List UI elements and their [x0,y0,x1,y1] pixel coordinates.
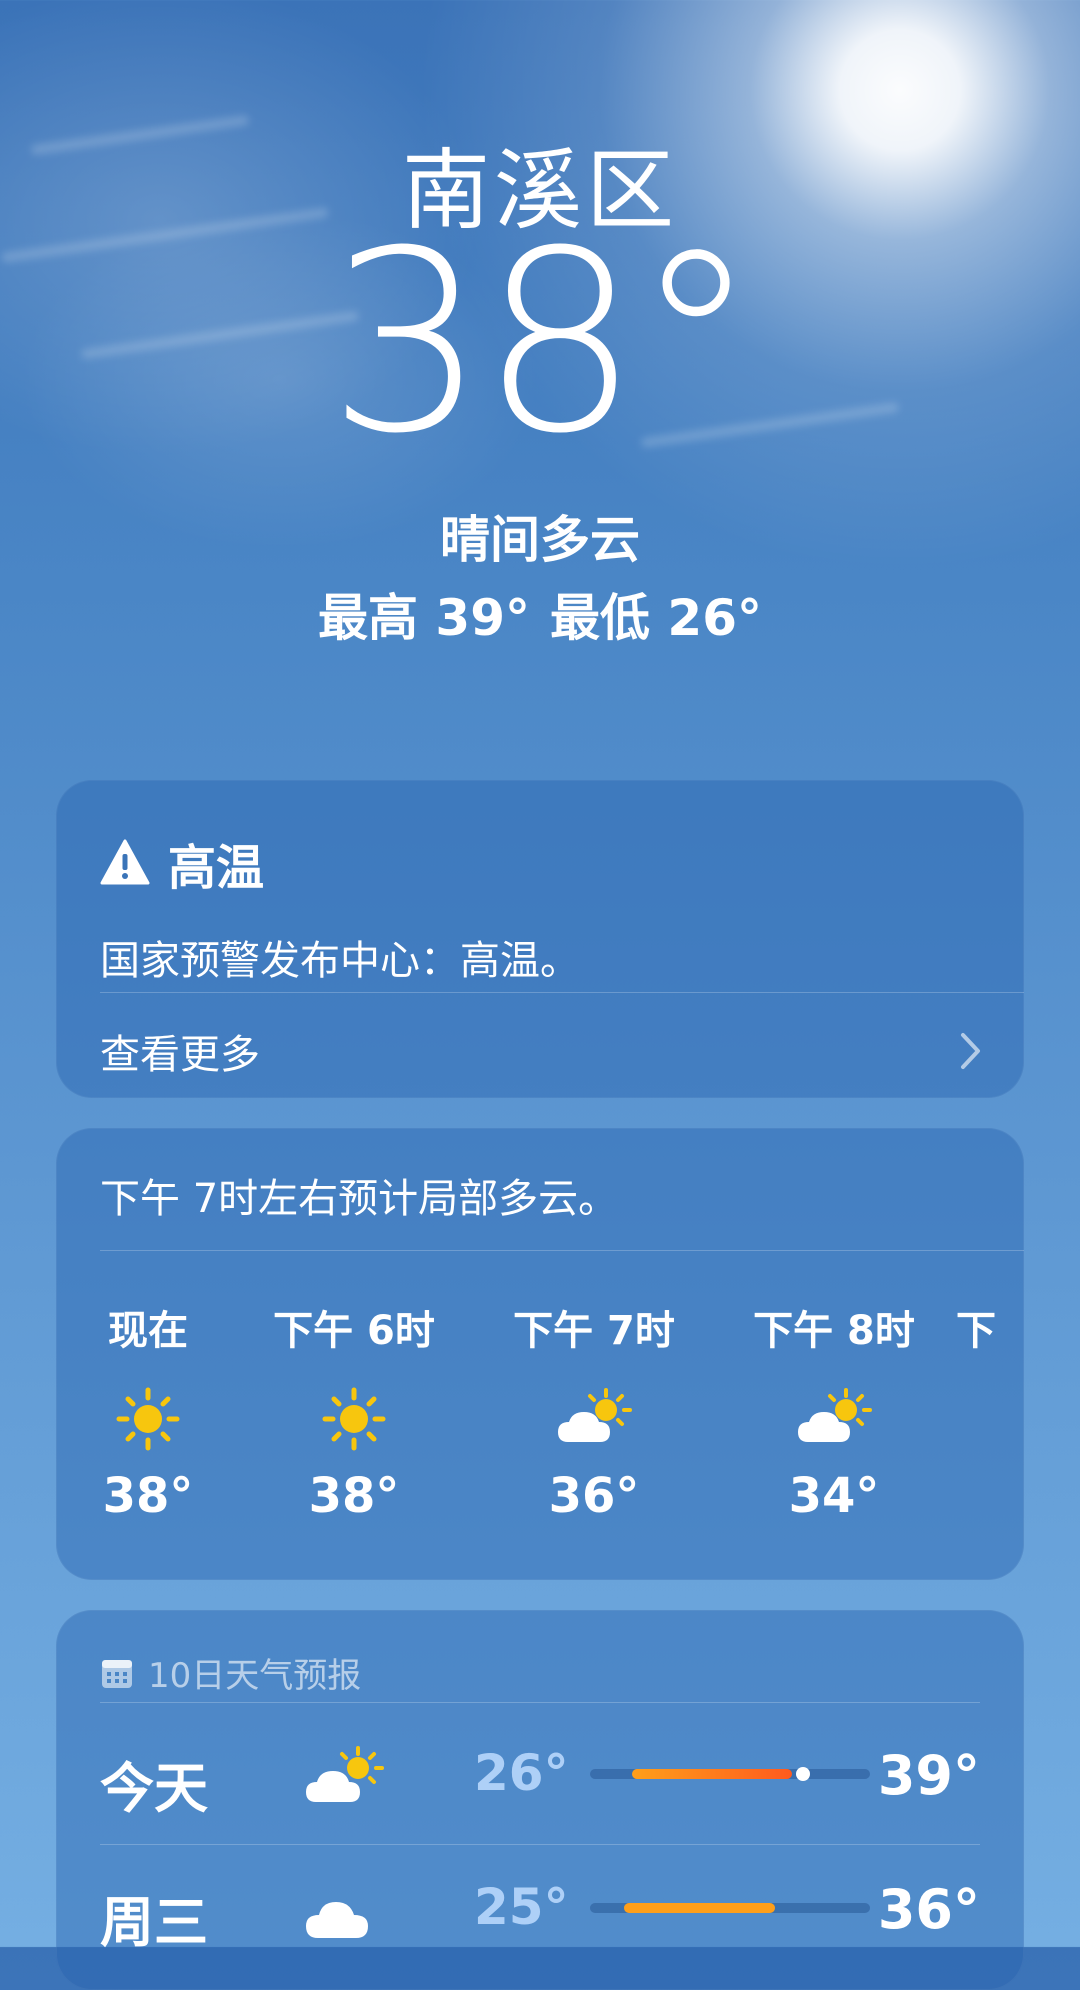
divider [100,1844,980,1845]
hour-item: 现在 38° [56,1298,248,1524]
partly-cloudy-icon [306,1746,384,1802]
alert-card[interactable]: 高温 国家预警发布中心：高温。 查看更多 [56,780,1024,1098]
hour-temperature: 34° [788,1468,880,1524]
hour-label: 下午 8时 [753,1308,915,1354]
weather-condition: 晴间多云 [440,511,640,569]
current-temperature-dot [795,1767,810,1781]
sunny-icon [116,1387,180,1451]
divider [100,1702,980,1703]
ten-day-forecast-card[interactable]: 10日天气预报 今天 26° 39° 周三 25° 36° [56,1610,1024,1990]
partly-cloudy-icon [798,1388,872,1442]
high-low-temperature: 最高 39° 最低 26° [0,578,1080,650]
hour-label: 现在 [108,1308,188,1354]
partly-cloudy-icon [558,1388,632,1442]
hour-item: 下 [956,1298,1024,1356]
hourly-forecast-card[interactable]: 下午 7时左右预计局部多云。 现在 38° 下午 6时 38° 下午 7时 36… [56,1128,1024,1580]
hour-item: 下午 8时 34° [734,1298,934,1524]
hour-label: 下午 7时 [513,1308,675,1354]
forecast-day: 今天 [100,1757,208,1820]
forecast-day: 周三 [100,1891,208,1954]
calendar-icon [102,1659,132,1688]
forecast-high: 36° [877,1878,980,1941]
alert-title-text: 高温 [168,840,265,896]
hour-item: 下午 7时 36° [494,1298,694,1524]
hour-label: 下午 6时 [273,1308,435,1354]
forecast-low: 25° [474,1878,569,1936]
high-temperature: 最高 39° [318,589,530,647]
divider [100,1250,1024,1251]
forecast-header-text: 10日天气预报 [148,1656,362,1696]
temperature-range-fill [623,1903,775,1913]
temperature-range-fill [632,1769,792,1779]
chevron-right-icon[interactable] [958,1031,984,1071]
forecast-row-wednesday[interactable]: 周三 25° 36° [56,1848,1024,1978]
hourly-scroll[interactable]: 现在 38° 下午 6时 38° 下午 7时 36° 下午 8时 34° 下 [56,1298,1024,1558]
warning-icon [100,839,150,885]
cloudy-icon [306,1902,368,1938]
alert-description: 国家预警发布中心：高温。 [100,938,580,984]
forecast-header: 10日天气预报 [100,1648,361,1697]
see-more-link[interactable]: 查看更多 [100,1022,260,1080]
hour-temperature: 38° [308,1468,400,1524]
hourly-summary: 下午 7时左右预计局部多云。 [100,1176,619,1222]
hour-temperature: 36° [548,1468,640,1524]
forecast-high: 39° [877,1744,980,1807]
forecast-low: 26° [474,1744,569,1802]
sunny-icon [322,1387,386,1451]
temperature-range-bar [590,1767,870,1781]
current-temperature: 38° [327,197,758,488]
temperature-range-bar [590,1903,870,1913]
forecast-row-today[interactable]: 今天 26° 39° [56,1714,1024,1844]
hour-label: 下 [956,1308,996,1354]
hour-item: 下午 6时 38° [254,1298,454,1524]
alert-title: 高温 [100,828,264,898]
divider [100,992,1024,993]
low-temperature: 最低 26° [550,589,762,647]
hour-temperature: 38° [102,1468,194,1524]
